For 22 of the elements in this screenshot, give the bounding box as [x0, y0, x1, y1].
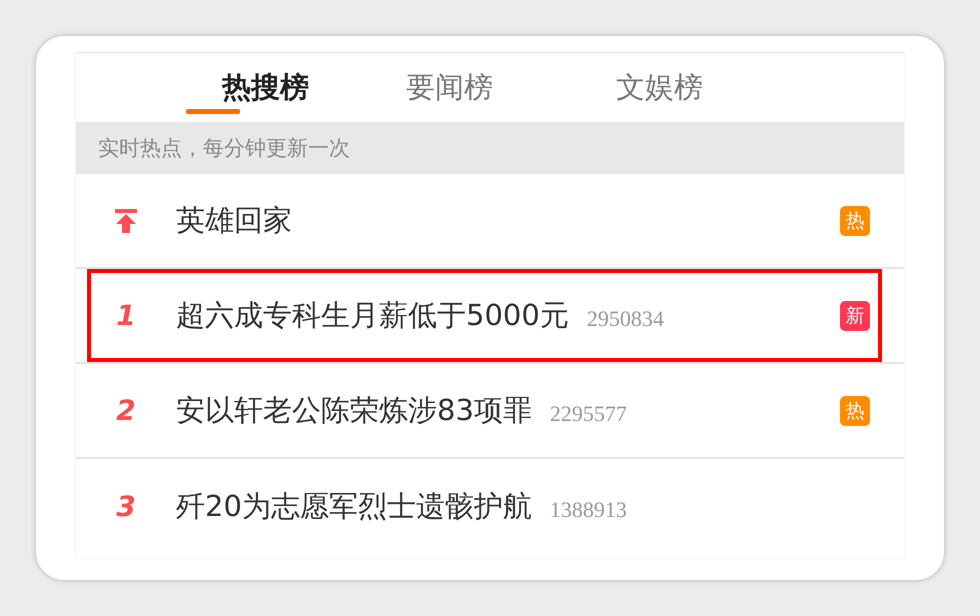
pin-top-icon: [114, 208, 138, 234]
tab[interactable]: 文娱榜: [616, 54, 826, 122]
item-title: 超六成专科生月薪低于5000元: [176, 296, 569, 334]
list-item[interactable]: 英雄回家 热: [76, 174, 904, 269]
item-title: 英雄回家: [176, 202, 292, 238]
tab[interactable]: 要闻榜: [406, 54, 616, 122]
tab[interactable]: 热搜榜: [186, 54, 406, 122]
rank-number: 1: [116, 299, 136, 332]
tag-badge: 热: [840, 206, 870, 236]
list-item[interactable]: 3 歼20为志愿军烈士遗骸护航 1388913: [76, 459, 904, 554]
rank-number: 2: [116, 394, 136, 427]
item-title: 歼20为志愿军烈士遗骸护航: [176, 488, 532, 524]
hot-count: 2295577: [550, 400, 627, 426]
subtitle-bar: 实时热点，每分钟更新一次: [76, 122, 904, 174]
rank-number: 3: [116, 490, 136, 523]
list-item[interactable]: 2 安以轩老公陈荣炼涉83项罪 2295577 热: [76, 364, 904, 459]
hot-count: 2950834: [586, 306, 664, 332]
hot-count: 1388913: [550, 496, 627, 522]
tag-badge: 热: [840, 396, 870, 426]
item-title: 安以轩老公陈荣炼涉83项罪: [176, 392, 532, 428]
tag-badge: 新: [840, 300, 870, 330]
list-item[interactable]: 1 超六成专科生月薪低于5000元 2950834 新: [76, 269, 904, 364]
